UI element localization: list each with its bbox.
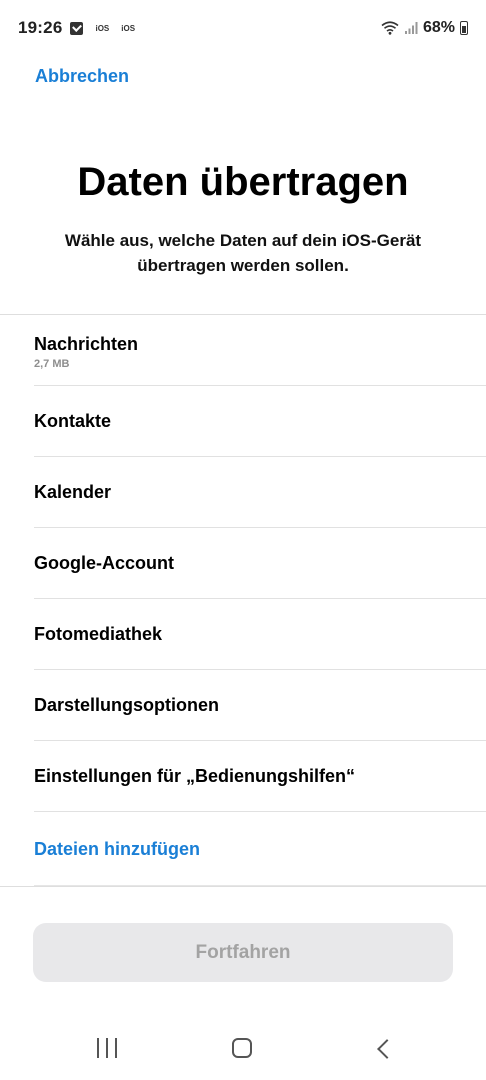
ios-notification-badge: iOS (95, 23, 110, 33)
list-item-label: Kalender (34, 481, 112, 502)
list-item-messages[interactable]: Nachrichten 2,7 MB (34, 315, 486, 386)
ios-notification-badge-2: iOS (121, 23, 136, 33)
battery-icon (460, 21, 468, 35)
list-item-display-options[interactable]: Darstellungsoptionen (34, 670, 486, 741)
add-files-label: Dateien hinzufügen (34, 838, 200, 859)
status-right: 68% (381, 19, 468, 37)
page-title: Daten übertragen (77, 160, 409, 204)
check-notification-icon (70, 21, 84, 35)
list-item-accessibility-settings[interactable]: Einstellungen für „Bedienungshilfen“ (34, 741, 486, 812)
list-item-label: Google-Account (34, 552, 174, 573)
add-files-button[interactable]: Dateien hinzufügen (34, 812, 486, 886)
list-item-label: Darstellungsoptionen (34, 694, 220, 715)
recent-apps-bar (97, 1038, 99, 1058)
signal-icon (404, 22, 418, 34)
list-divider (0, 886, 486, 887)
back-icon[interactable] (374, 1038, 394, 1058)
status-time: 19:26 (18, 18, 63, 37)
data-selection-list: Nachrichten 2,7 MB Kontakte Kalender Goo… (0, 314, 486, 886)
wifi-icon (381, 21, 399, 35)
list-item-photo-library[interactable]: Fotomediathek (34, 599, 486, 670)
cancel-button[interactable]: Abbrechen (35, 66, 129, 87)
battery-percentage: 68% (422, 19, 455, 36)
recent-apps-bar (115, 1038, 117, 1058)
screen: 19:26 iOS iOS 68% Abbrechen Daten übertr… (0, 0, 486, 1080)
recent-apps-icon[interactable] (97, 1038, 117, 1058)
list-item-label: Nachrichten (34, 334, 139, 354)
list-item-label: Kontakte (34, 410, 112, 431)
recent-apps-bar (106, 1038, 108, 1058)
home-icon[interactable] (232, 1038, 252, 1058)
list-item-google-account[interactable]: Google-Account (34, 528, 486, 599)
continue-button[interactable]: Fortfahren (33, 923, 453, 982)
list-item-contacts[interactable]: Kontakte (34, 386, 486, 457)
list-item-label: Fotomediathek (34, 623, 163, 644)
page-subtitle: Wähle aus, welche Daten auf dein iOS-Ger… (64, 231, 422, 275)
list-item-size: 2,7 MB (34, 358, 70, 370)
list-item-calendar[interactable]: Kalender (34, 457, 486, 528)
status-left: 19:26 iOS iOS (18, 18, 135, 38)
list-item-label: Einstellungen für „Bedienungshilfen“ (34, 765, 356, 786)
status-bar: 19:26 iOS iOS 68% (0, 0, 486, 56)
navigation-bar (0, 1020, 486, 1080)
